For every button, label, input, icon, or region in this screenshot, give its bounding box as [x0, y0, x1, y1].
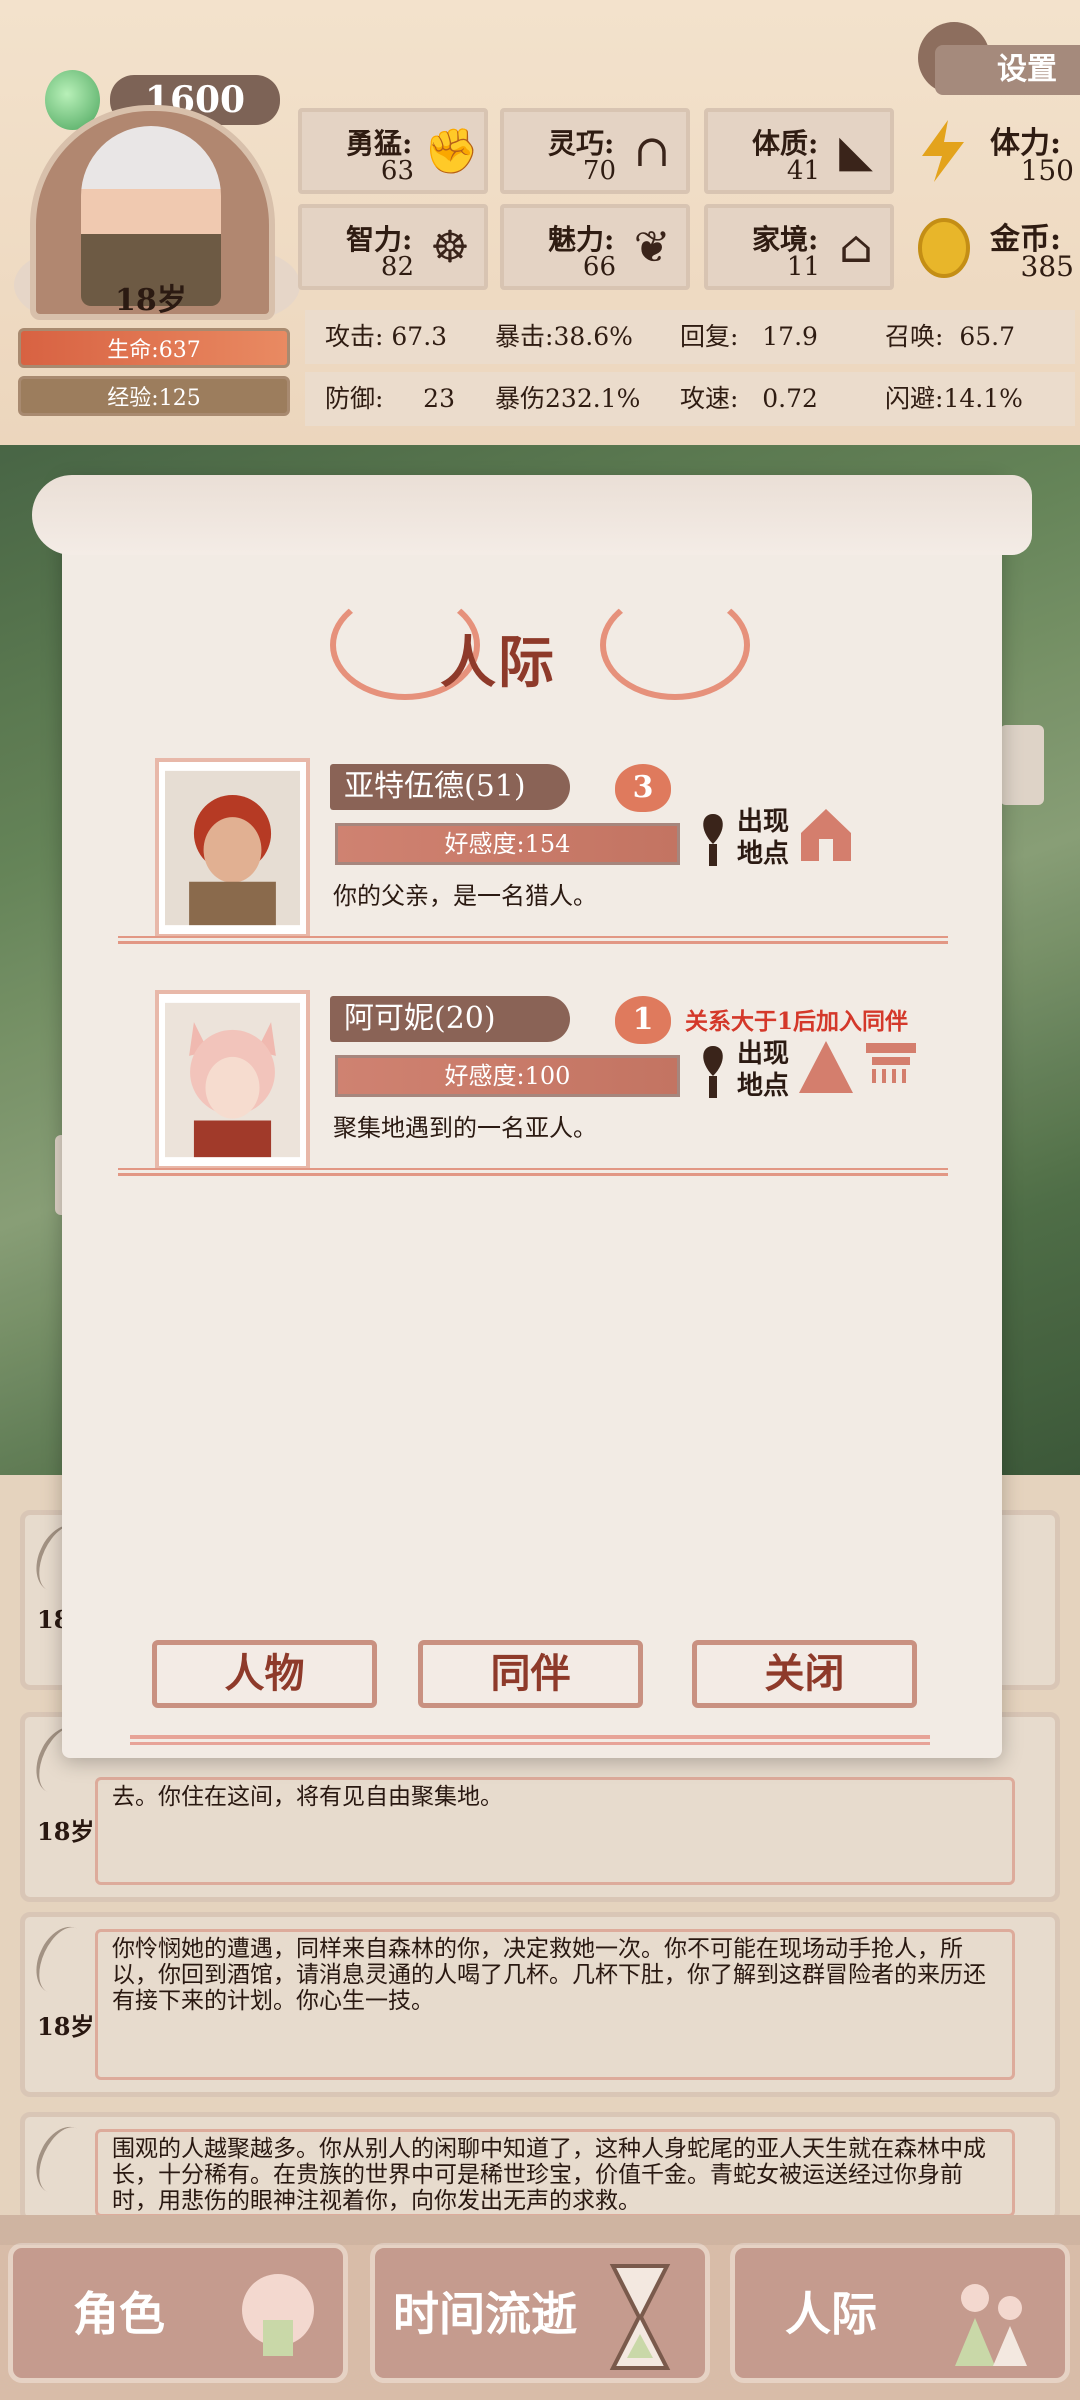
stat-family: 家境: 11 ⌂	[704, 204, 894, 290]
nav-social-button[interactable]: 人际	[730, 2243, 1070, 2383]
character-description: 你的父亲，是一名猎人。	[333, 882, 597, 910]
brain-icon: ☸	[430, 222, 470, 273]
location-label: 出现 地点	[737, 807, 790, 869]
row-divider	[118, 936, 948, 944]
scroll-bottom-decoration	[130, 1735, 930, 1745]
stat-charm: 魅力: 66 ❦	[500, 204, 690, 290]
character-row[interactable]: 阿可妮(20) 1 关系大于1后加入同伴 好感度:100 聚集地遇到的一名亚人。…	[155, 990, 935, 1170]
character-row[interactable]: 亚特伍德(51) 3 好感度:154 你的父亲，是一名猎人。 出现 地点	[155, 758, 935, 938]
combat-stat-regen: 回复: 17.9	[680, 322, 818, 351]
scroll-top-curl	[32, 475, 1032, 555]
relationship-heart-icon: 3	[615, 764, 671, 812]
gold-display: 金币: 385	[908, 204, 1078, 290]
combat-stat-attack: 攻击: 67.3	[325, 322, 448, 351]
stat-value: 63	[380, 156, 414, 186]
stat-intelligence: 智力: 82 ☸	[298, 204, 488, 290]
stat-dexterity: 灵巧: 70 ∩	[500, 108, 690, 194]
stat-value: 82	[380, 252, 414, 282]
hunter-portrait-icon	[165, 770, 300, 926]
companion-button[interactable]: 同伴	[418, 1640, 643, 1708]
hourglass-icon	[609, 2264, 671, 2370]
tent-location-icon[interactable]	[795, 1035, 857, 1097]
location-label: 出现 地点	[737, 1039, 790, 1101]
close-button[interactable]: 关闭	[692, 1640, 917, 1708]
location-pin-icon	[703, 814, 723, 866]
nav-time-button[interactable]: 时间流逝	[370, 2243, 710, 2383]
tavern-location-icon[interactable]	[860, 1035, 922, 1085]
popup-title: 人际	[440, 630, 556, 696]
location-pin-icon	[703, 1046, 723, 1098]
stat-courage: 勇猛: 63 ✊	[298, 108, 488, 194]
stat-value: 41	[786, 156, 820, 186]
favor-bar: 好感度:100	[335, 1055, 680, 1097]
combat-stat-crit-damage: 暴伤232.1%	[495, 384, 641, 413]
stamina-display: 体力: 150	[908, 108, 1078, 194]
lotus-icon: ❦	[633, 222, 671, 273]
nav-social-label: 人际	[785, 2287, 877, 2341]
fist-icon: ✊	[424, 126, 479, 177]
character-description: 聚集地遇到的一名亚人。	[333, 1114, 597, 1142]
character-name: 亚特伍德(51)	[330, 764, 570, 810]
stat-constitution: 体质: 41 ◣	[704, 108, 894, 194]
exp-bar: 经验:125	[18, 376, 290, 416]
relationship-heart-icon: 1	[615, 996, 671, 1044]
stat-value: 66	[582, 252, 616, 282]
settings-button[interactable]: 设置	[935, 45, 1080, 95]
nav-role-button[interactable]: 角色	[8, 2243, 348, 2383]
gold-coin-icon	[918, 218, 970, 278]
combat-row-2: 防御: 23 暴伤232.1% 攻速: 0.72 闪避:14.1%	[305, 372, 1075, 426]
stat-value: 70	[582, 156, 616, 186]
combat-stat-defense: 防御: 23	[325, 384, 455, 413]
catgirl-portrait-icon	[165, 1002, 300, 1158]
player-age: 18岁	[115, 283, 187, 318]
muscle-icon: ◣	[839, 126, 873, 177]
people-icon	[955, 2284, 1027, 2366]
character-name: 阿可妮(20)	[330, 996, 570, 1042]
combat-stat-dodge: 闪避:14.1%	[885, 384, 1023, 413]
favor-bar: 好感度:154	[335, 823, 680, 865]
combat-row-1: 攻击: 67.3 暴击:38.6% 回复: 17.9 召唤: 65.7	[305, 310, 1075, 364]
nav-role-label: 角色	[73, 2287, 165, 2341]
combat-stat-summon: 召唤: 65.7	[885, 322, 1016, 351]
status-header: 设置 1600 18岁 生命:637 经验:125 勇猛: 63 ✊ 灵巧: 7…	[0, 0, 1080, 445]
house-hand-icon: ⌂	[839, 222, 873, 273]
nav-time-label: 时间流逝	[393, 2287, 577, 2341]
row-divider	[118, 1168, 948, 1176]
people-button[interactable]: 人物	[152, 1640, 377, 1708]
combat-stat-attack-speed: 攻速: 0.72	[680, 384, 818, 413]
stamina-value: 150	[1020, 154, 1074, 187]
stat-value: 11	[786, 252, 820, 282]
combat-stat-crit: 暴击:38.6%	[495, 322, 633, 351]
house-location-icon[interactable]	[795, 803, 857, 865]
right-laurel-decoration	[600, 590, 750, 700]
hp-bar: 生命:637	[18, 328, 290, 368]
character-head-icon	[242, 2274, 314, 2356]
character-avatar	[155, 758, 310, 938]
character-avatar	[155, 990, 310, 1170]
cloak-icon: ∩	[633, 126, 671, 177]
lightning-icon	[922, 120, 964, 182]
companion-note: 关系大于1后加入同伴	[685, 1008, 909, 1035]
gold-value: 385	[1020, 250, 1074, 283]
